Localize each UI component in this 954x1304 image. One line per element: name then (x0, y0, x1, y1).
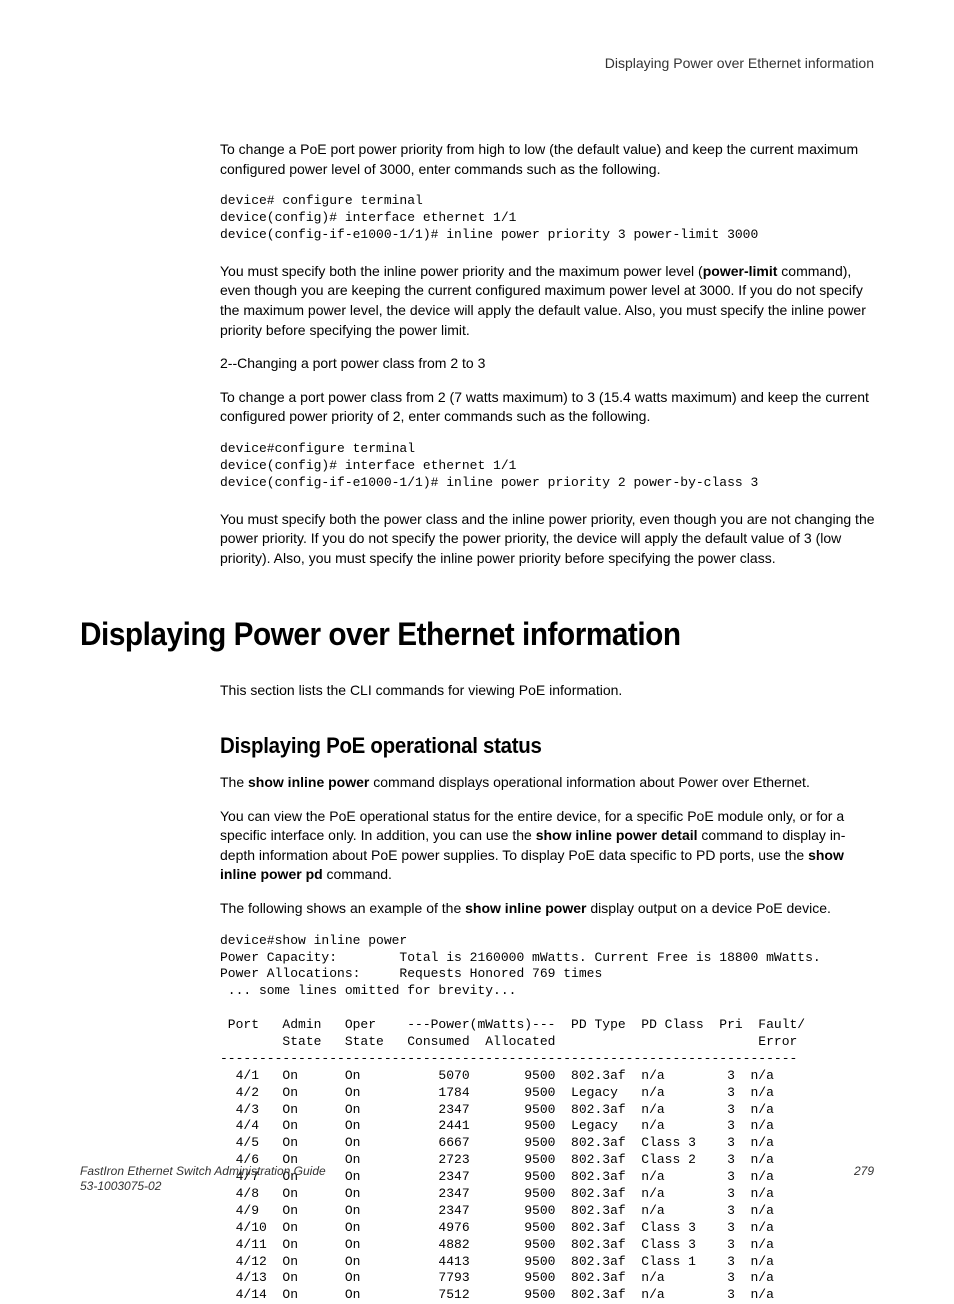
intro-paragraph: To change a PoE port power priority from… (220, 140, 880, 179)
paragraph-3: 2--Changing a port power class from 2 to… (220, 354, 880, 374)
footer-title: FastIron Ethernet Switch Administration … (80, 1164, 326, 1180)
sec2-para1-pre: The (220, 774, 248, 790)
footer-docnum: 53-1003075-02 (80, 1179, 326, 1195)
para2-bold: power-limit (703, 263, 778, 279)
sec2-para2-c: command. (323, 866, 392, 882)
paragraph-2: You must specify both the inline power p… (220, 262, 880, 340)
footer-left: FastIron Ethernet Switch Administration … (80, 1164, 326, 1195)
sec2-para3-bold: show inline power (465, 900, 586, 916)
page-header-right: Displaying Power over Ethernet informati… (605, 55, 874, 71)
code-block-3: device#show inline power Power Capacity:… (220, 933, 880, 1304)
page-content: To change a PoE port power priority from… (220, 140, 880, 568)
paragraph-5: You must specify both the power class an… (220, 510, 880, 569)
sec2-para1-post: command displays operational information… (369, 774, 809, 790)
code-block-2: device#configure terminal device(config)… (220, 441, 880, 492)
page-footer: FastIron Ethernet Switch Administration … (80, 1164, 874, 1195)
sec2-para3-a: The following shows an example of the (220, 900, 465, 916)
sec2-para2-bold1: show inline power detail (536, 827, 698, 843)
sec2-para2: You can view the PoE operational status … (220, 807, 880, 885)
code-block-1: device# configure terminal device(config… (220, 193, 880, 244)
sec2-para1-bold: show inline power (248, 774, 369, 790)
section1-paragraph: This section lists the CLI commands for … (220, 681, 880, 701)
heading-2: Displaying PoE operational status (220, 733, 834, 759)
sec2-para3-b: display output on a device PoE device. (587, 900, 831, 916)
heading-1: Displaying Power over Ethernet informati… (80, 616, 818, 653)
para2-pre: You must specify both the inline power p… (220, 263, 703, 279)
sec2-para1: The show inline power command displays o… (220, 773, 880, 793)
section-content: This section lists the CLI commands for … (220, 681, 880, 1304)
sec2-para3: The following shows an example of the sh… (220, 899, 880, 919)
paragraph-4: To change a port power class from 2 (7 w… (220, 388, 880, 427)
footer-page-number: 279 (854, 1164, 874, 1195)
